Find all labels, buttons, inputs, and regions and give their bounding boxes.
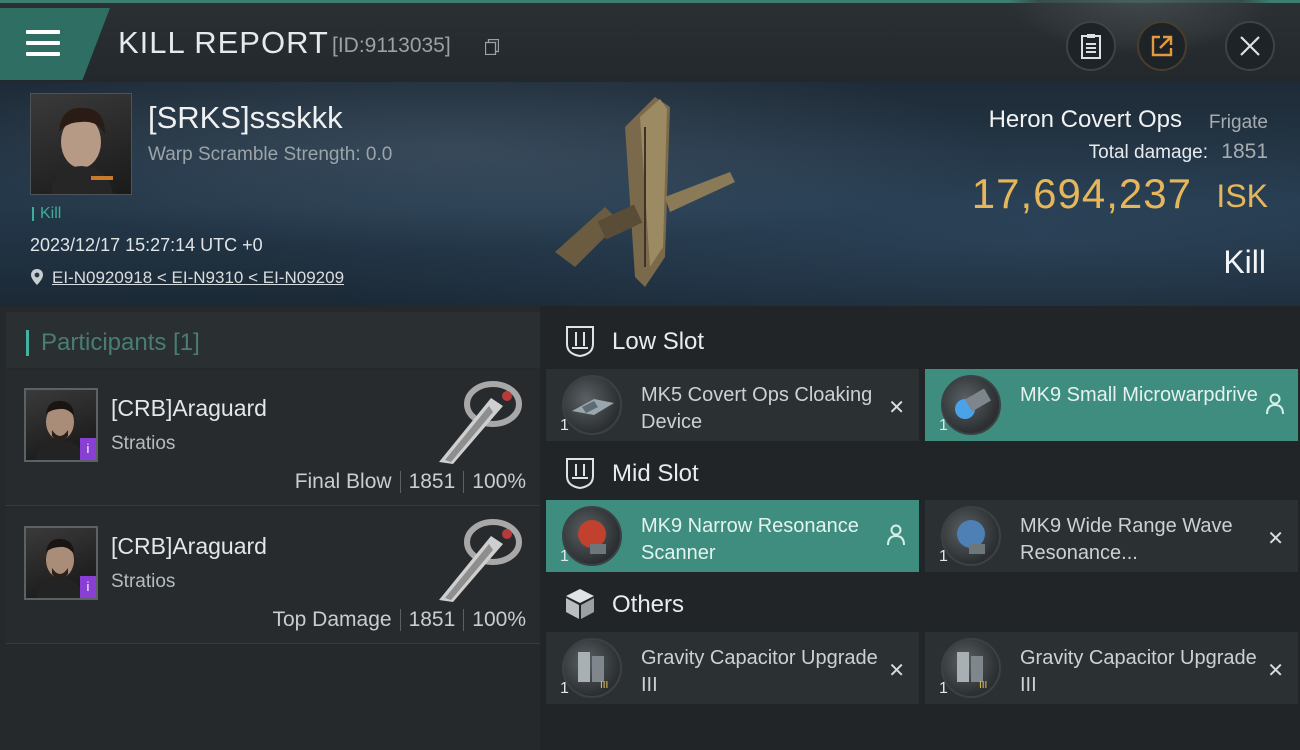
item-name: MK5 Covert Ops Cloaking Device: [641, 384, 873, 433]
victim-name[interactable]: [SRKS]ssskkk: [148, 100, 343, 136]
participant-name[interactable]: [CRB]Araguard: [111, 395, 267, 422]
victim-ship-name[interactable]: Heron Covert Ops: [989, 106, 1182, 134]
mid-slot-item-1[interactable]: 1 MK9 Narrow Resonance Scanner: [546, 500, 919, 572]
total-damage-label: Total damage:: [1088, 142, 1208, 163]
others-item-1[interactable]: III 1 Gravity Capacitor Upgrade III ✕: [546, 632, 919, 704]
item-name: MK9 Narrow Resonance Scanner: [641, 515, 859, 564]
total-damage-value: 1851: [1221, 140, 1268, 163]
item-quantity: 1: [939, 417, 948, 434]
cube-icon: [566, 589, 594, 619]
ship-class: Frigate: [1208, 112, 1268, 133]
module-icon: III: [562, 638, 622, 698]
module-icon: III: [941, 638, 1001, 698]
participant-stats: Top Damage 1851 100%: [272, 608, 526, 632]
participants-title: Participants [1]: [26, 330, 200, 356]
participant-percent: 100%: [472, 608, 526, 631]
participant-stats: Final Blow 1851 100%: [295, 470, 526, 494]
participant-avatar[interactable]: i: [24, 526, 98, 600]
item-quantity: 1: [560, 417, 569, 434]
participant-damage: 1851: [408, 470, 456, 493]
item-quantity: 1: [939, 548, 948, 565]
others-label: Others: [612, 591, 685, 618]
character-badge-icon: i: [80, 438, 96, 460]
isk-unit: ISK: [1216, 178, 1268, 214]
destroyed-icon: ✕: [1267, 660, 1284, 682]
item-name: Gravity Capacitor Upgrade III: [641, 647, 878, 696]
item-quantity: 1: [560, 548, 569, 565]
blow-type-label: Top Damage: [272, 608, 392, 631]
participant-name[interactable]: [CRB]Araguard: [111, 533, 267, 560]
participants-header: Participants [1]: [6, 312, 540, 368]
mid-slot-label: Mid Slot: [612, 460, 699, 487]
participant-ship: Stratios: [111, 433, 176, 454]
top-bar: KILL REPORT [ID:9113035]: [0, 0, 1300, 82]
destroyed-icon: ✕: [888, 397, 905, 419]
low-slot-item-1[interactable]: 1 MK5 Covert Ops Cloaking Device ✕: [546, 369, 919, 441]
copy-icon[interactable]: [485, 39, 499, 55]
item-name: Gravity Capacitor Upgrade III: [1020, 647, 1257, 696]
person-icon: [1266, 393, 1284, 415]
participant-percent: 100%: [472, 470, 526, 493]
svg-text:III: III: [979, 680, 987, 691]
destroyed-icon: ✕: [1267, 528, 1284, 550]
clipboard-icon: [1081, 34, 1101, 59]
low-slot-item-2[interactable]: 1 MK9 Small Microwarpdrive: [925, 369, 1298, 441]
person-icon: [887, 524, 905, 546]
others-header: Others: [548, 579, 1300, 629]
participant-ship-image: [439, 519, 522, 602]
kill-datetime: 2023/12/17 15:27:14 UTC +0: [30, 235, 263, 255]
item-quantity: 1: [560, 680, 569, 697]
module-icon: [941, 506, 1001, 566]
destroyed-icon: ✕: [888, 660, 905, 682]
mid-slot-item-2[interactable]: 1 MK9 Wide Range Wave Resonance... ✕: [925, 500, 1298, 572]
item-quantity: 1: [939, 680, 948, 697]
participant-damage: 1851: [408, 608, 456, 631]
module-icon: [562, 506, 622, 566]
report-id: [ID:9113035]: [332, 34, 451, 57]
fitting-panel: Low Slot 1 MK5 Covert Ops Cloaking Devic…: [540, 306, 1300, 750]
participant-ship-image: [439, 381, 522, 464]
kill-summary-banner: [SRKS]ssskkk Warp Scramble Strength: 0.0…: [0, 82, 1300, 306]
participant-row[interactable]: i [CRB]Araguard Stratios Top Damage 1851 1…: [6, 508, 540, 644]
item-name: MK9 Small Microwarpdrive: [1020, 384, 1258, 406]
close-icon: [1240, 36, 1260, 56]
participant-row[interactable]: i [CRB]Araguard Stratios Final Blow 1851 1…: [6, 370, 540, 506]
participant-avatar[interactable]: i: [24, 388, 98, 462]
share-icon: [1151, 35, 1173, 57]
character-badge-icon: i: [80, 576, 96, 598]
portrait-image: [51, 107, 113, 194]
location-pin-icon: [31, 269, 43, 285]
outcome-label: Kill: [1223, 244, 1266, 280]
close-button[interactable]: [1225, 21, 1275, 71]
location-link[interactable]: EI-N0920918 < EI-N9310 < EI-N09209: [52, 268, 344, 288]
mid-slot-header: Mid Slot: [548, 448, 1300, 498]
participants-panel: Participants [1] i [CRB]Araguard Stratio…: [0, 306, 540, 750]
low-slot-label: Low Slot: [612, 328, 705, 355]
participant-ship: Stratios: [111, 571, 176, 592]
others-item-2[interactable]: III 1 Gravity Capacitor Upgrade III ✕: [925, 632, 1298, 704]
module-icon: [562, 375, 622, 435]
low-slot-icon: [566, 326, 594, 358]
mid-slot-icon: [566, 458, 594, 490]
isk-value: 17,694,237: [971, 170, 1192, 217]
menu-button[interactable]: [0, 8, 110, 80]
page-title: KILL REPORT: [118, 25, 329, 60]
module-icon: [941, 375, 1001, 435]
low-slot-header: Low Slot: [548, 316, 1300, 366]
clipboard-button[interactable]: [1066, 21, 1116, 71]
victim-avatar[interactable]: [30, 93, 132, 195]
victim-ship-image: [555, 97, 735, 287]
share-button[interactable]: [1137, 21, 1187, 71]
blow-type-label: Final Blow: [294, 470, 392, 493]
item-name: MK9 Wide Range Wave Resonance...: [1020, 515, 1233, 564]
svg-text:III: III: [600, 680, 608, 691]
kill-tag: Kill: [32, 206, 61, 222]
warp-scramble-strength: Warp Scramble Strength: 0.0: [148, 144, 393, 165]
menu-icon: [26, 30, 60, 60]
